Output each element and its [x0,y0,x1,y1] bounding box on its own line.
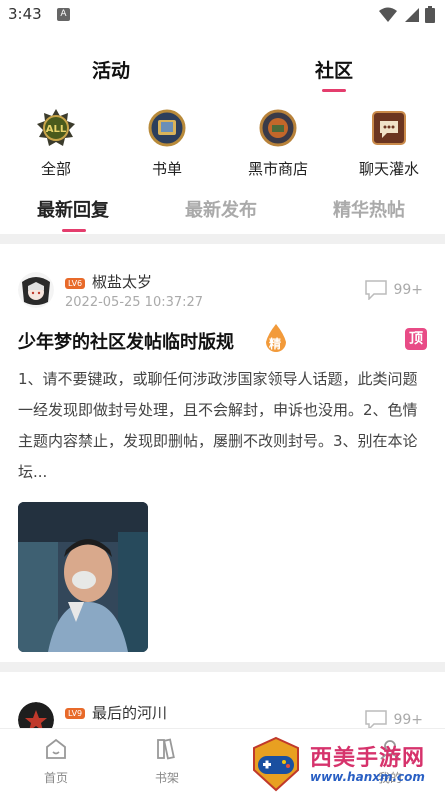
category-row: ALL 全部 书单 黑市商店 聊天灌水 [0,108,445,183]
status-icons [379,6,435,23]
category-label: 黑市商店 [247,160,308,178]
post-title[interactable]: 少年梦的社区发帖临时版规 [18,328,234,354]
battery-icon [425,6,435,23]
comment-count-text: 99+ [393,712,423,728]
watermark-url: www.hanxm.com [310,770,425,784]
tab-featured[interactable]: 精华热帖 [333,196,405,222]
site-watermark: 西美手游网 www.hanxm.com [248,736,445,792]
section-divider [0,662,445,672]
category-black-market[interactable]: 黑市商店 [228,108,328,179]
home-icon [46,738,66,759]
category-chat[interactable]: 聊天灌水 [339,108,439,179]
sub-tab-indicator [62,229,86,232]
tab-indicator [322,89,346,92]
level-badge: LV9 [65,708,86,719]
nav-home-label: 首页 [43,771,68,785]
gamepad-logo-icon [253,736,299,792]
sub-tabs: 最新回复 最新发布 精华热帖 [0,196,445,236]
category-booklist[interactable]: 书单 [117,108,217,179]
all-badge-icon: ALL [37,109,75,146]
pinned-badge: 顶 [405,328,427,350]
author-name[interactable]: 最后的河川 [92,702,167,723]
post-card[interactable]: LV9 最后的河川 99+ [0,672,445,738]
section-divider [0,234,445,244]
post-image[interactable] [18,502,148,652]
tab-latest-reply[interactable]: 最新回复 [37,196,109,222]
comment-count-text: 99+ [393,282,423,298]
notification-icon: A [57,8,70,21]
category-all[interactable]: ALL 全部 [6,108,106,179]
category-label: 书单 [151,160,182,178]
svg-text:ALL: ALL [46,124,67,135]
author-name[interactable]: 椒盐太岁 [92,271,152,292]
avatar[interactable] [18,272,54,308]
book-list-icon [148,109,186,147]
post-card[interactable]: LV6 椒盐太岁 2022-05-25 10:37:27 99+ 少年梦的社区发… [0,244,445,662]
featured-badge-label: 精 [269,337,282,351]
watermark-text: 西美手游网 [310,746,426,771]
bookshelf-icon [157,738,175,760]
tab-activity[interactable]: 活动 [92,56,130,83]
post-time: 2022-05-25 10:37:27 [65,295,204,310]
signal-icon [405,7,419,22]
wifi-icon [379,7,397,22]
black-market-icon [259,109,297,147]
chat-icon [372,111,406,145]
post-excerpt[interactable]: 1、请不要键政，或聊任何涉政涉国家领导人话题，此类问题一经发现即做封号处理，且不… [18,364,418,488]
nav-home[interactable]: 首页 [26,737,86,786]
nav-bookshelf-label: 书架 [154,771,179,785]
tab-latest-post[interactable]: 最新发布 [185,196,257,222]
comment-count[interactable]: 99+ [365,710,423,730]
category-label: 全部 [40,160,71,178]
status-time: 3:43 [8,5,42,23]
top-tabs: 活动 社区 [0,56,445,96]
featured-badge: 精 [264,324,288,354]
tab-community[interactable]: 社区 [315,56,353,83]
comment-count[interactable]: 99+ [365,280,423,300]
level-badge: LV6 [65,278,86,289]
status-bar: 3:43 A [0,0,445,30]
comment-icon [365,280,388,300]
nav-bookshelf[interactable]: 书架 [137,737,197,786]
category-label: 聊天灌水 [358,160,419,178]
comment-icon [365,710,388,730]
